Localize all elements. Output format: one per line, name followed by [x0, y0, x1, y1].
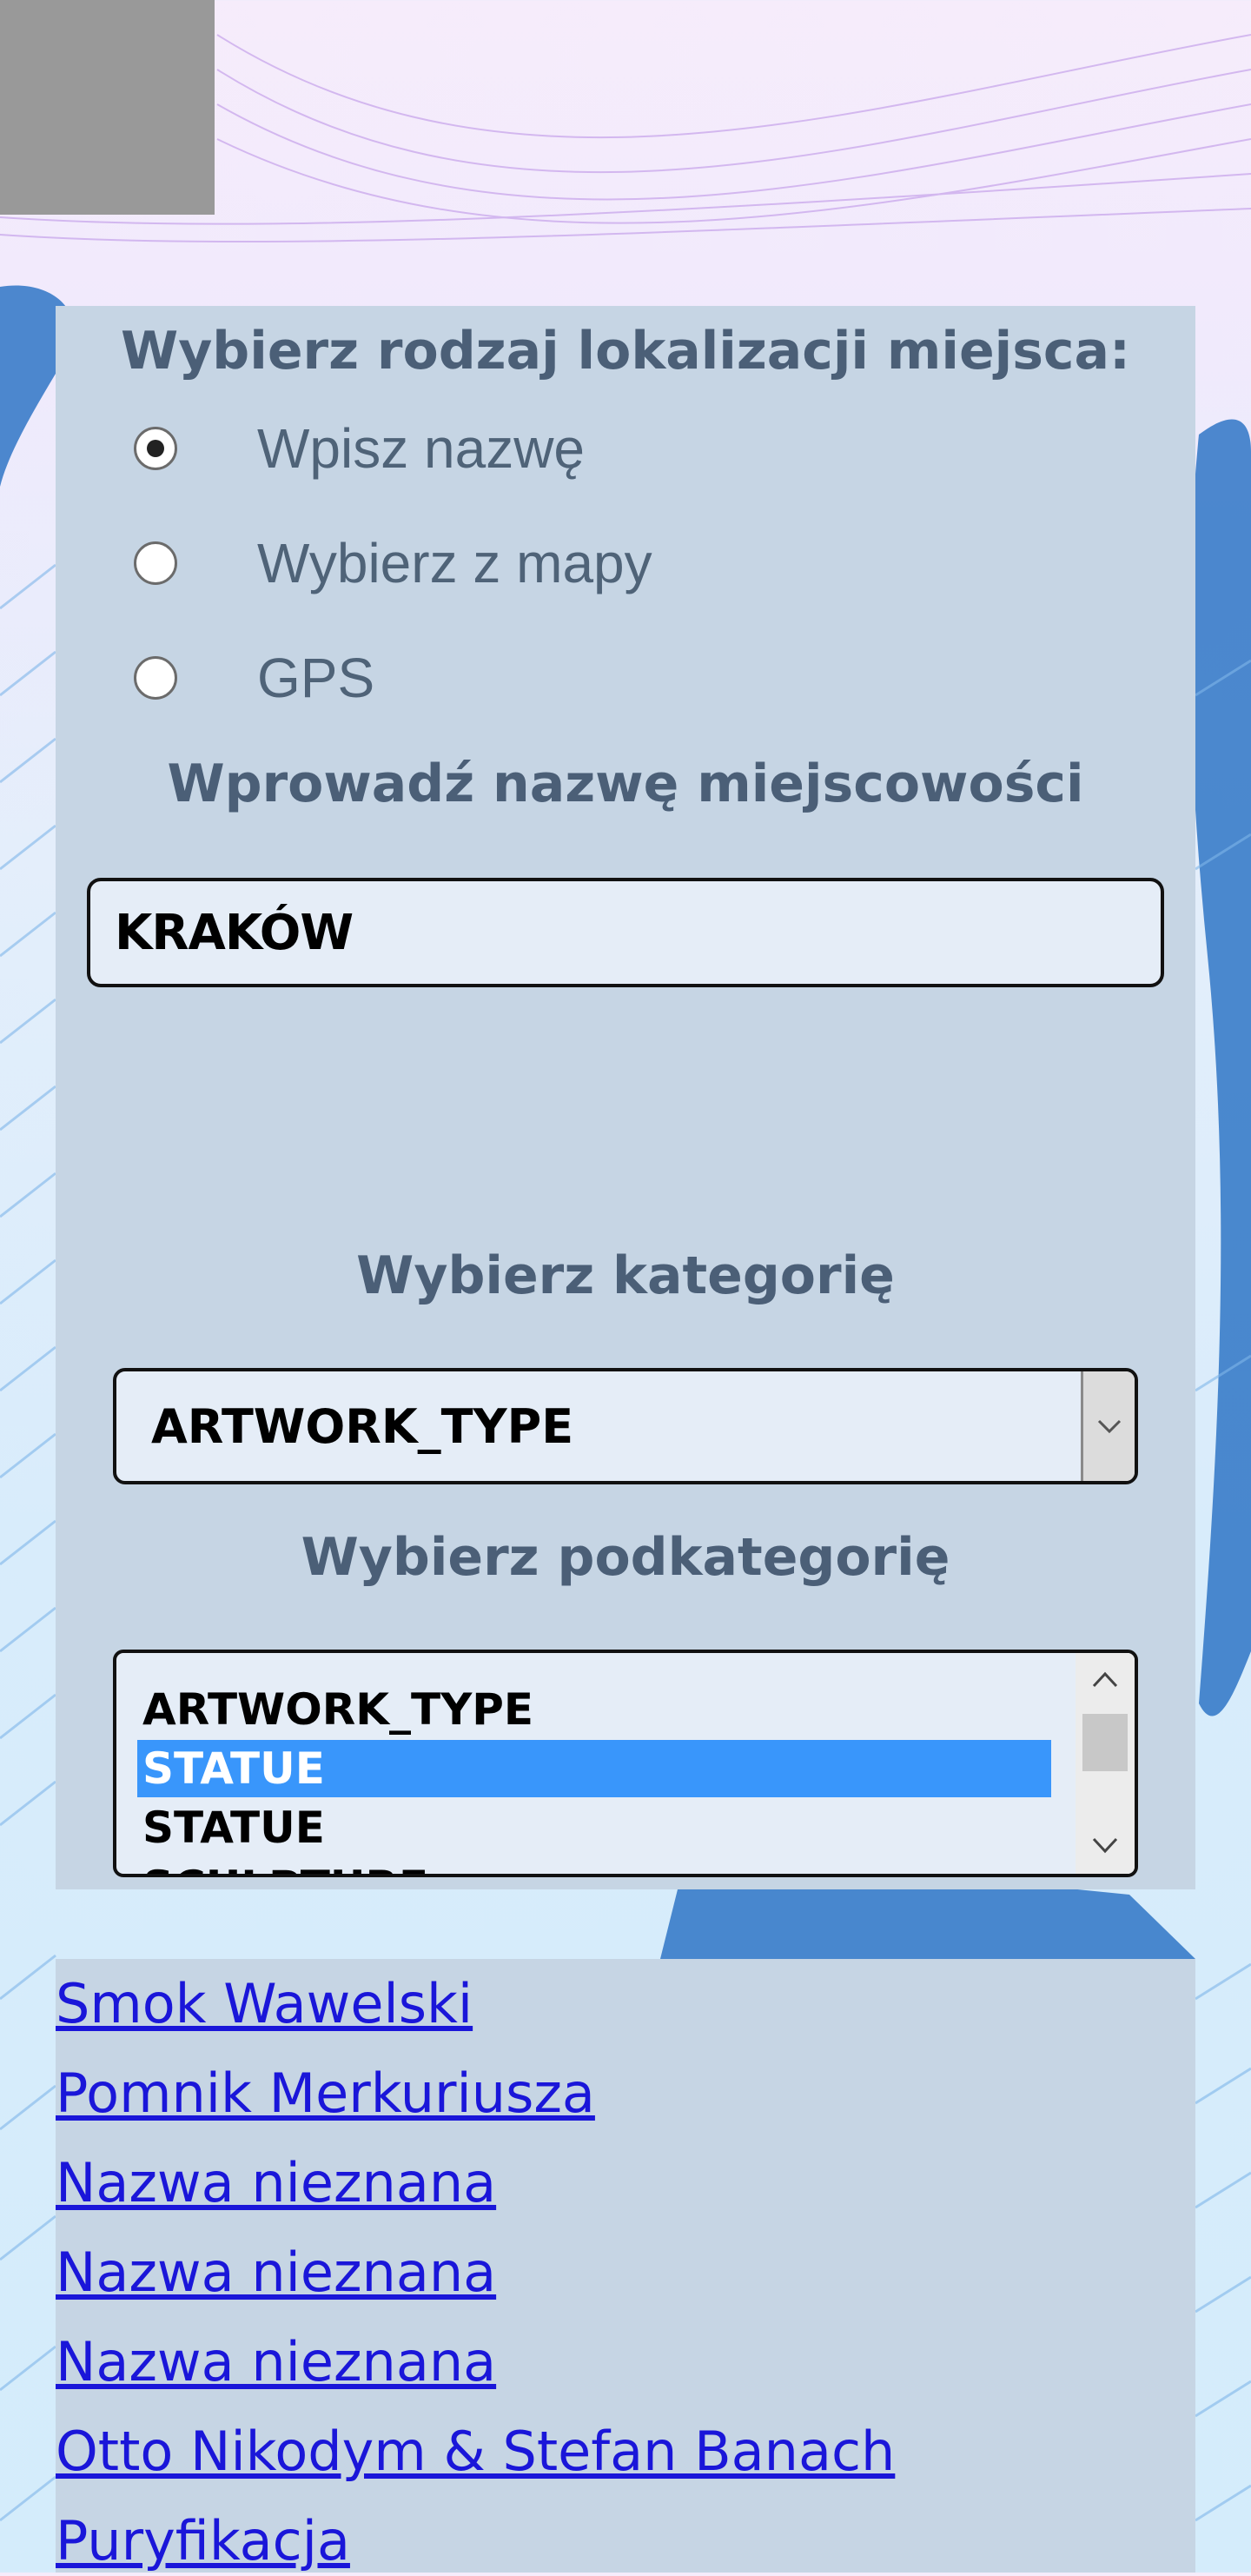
category-heading: Wybierz kategorię: [356, 1245, 895, 1306]
radio-button-checked[interactable]: [134, 427, 177, 470]
category-select[interactable]: ARTWORK_TYPE: [113, 1368, 1138, 1484]
radio-label-name: Wpisz nazwę: [257, 417, 585, 480]
list-option[interactable]: STATUE: [137, 1799, 1051, 1856]
radio-button[interactable]: [134, 656, 177, 700]
result-link[interactable]: Pomnik Merkuriusza: [56, 2059, 595, 2128]
list-option-selected[interactable]: STATUE: [137, 1740, 1051, 1797]
chevron-down-icon[interactable]: [1091, 1836, 1119, 1856]
list-option[interactable]: ARTWORK_TYPE: [137, 1681, 1051, 1738]
city-name-input[interactable]: KRAKÓW: [87, 878, 1164, 987]
radio-label-gps: GPS: [257, 647, 375, 709]
list-option[interactable]: SCULPTURE: [137, 1858, 1051, 1874]
radio-option-gps[interactable]: GPS: [134, 643, 374, 713]
result-link[interactable]: Otto Nikodym & Stefan Banach: [56, 2417, 895, 2486]
listbox-scrollbar[interactable]: [1076, 1653, 1135, 1874]
search-form-panel: Wybierz rodzaj lokalizacji miejsca: Wpis…: [56, 306, 1195, 1889]
radio-option-map[interactable]: Wybierz z mapy: [134, 528, 652, 598]
result-link[interactable]: Puryfikacja: [56, 2506, 350, 2576]
radio-button[interactable]: [134, 541, 177, 585]
results-panel: Smok Wawelski Pomnik Merkuriusza Nazwa n…: [56, 1959, 1195, 2573]
subcategory-heading: Wybierz podkategorię: [301, 1527, 950, 1588]
radio-label-map: Wybierz z mapy: [257, 532, 652, 594]
radio-option-name[interactable]: Wpisz nazwę: [134, 414, 585, 483]
logo-placeholder: [0, 0, 215, 215]
result-link[interactable]: Nazwa nieznana: [56, 2327, 496, 2397]
city-name-heading: Wprowadź nazwę miejscowości: [167, 754, 1084, 814]
subcategory-listbox[interactable]: ARTWORK_TYPE STATUE STATUE SCULPTURE: [113, 1650, 1138, 1877]
location-type-heading: Wybierz rodzaj lokalizacji miejsca:: [121, 321, 1130, 382]
category-select-value: ARTWORK_TYPE: [151, 1398, 574, 1454]
result-link[interactable]: Nazwa nieznana: [56, 2238, 496, 2307]
chevron-down-icon[interactable]: [1081, 1371, 1135, 1481]
chevron-up-icon[interactable]: [1091, 1669, 1119, 1690]
scrollbar-thumb[interactable]: [1082, 1714, 1128, 1771]
result-link[interactable]: Nazwa nieznana: [56, 2148, 496, 2218]
result-link[interactable]: Smok Wawelski: [56, 1969, 473, 2039]
